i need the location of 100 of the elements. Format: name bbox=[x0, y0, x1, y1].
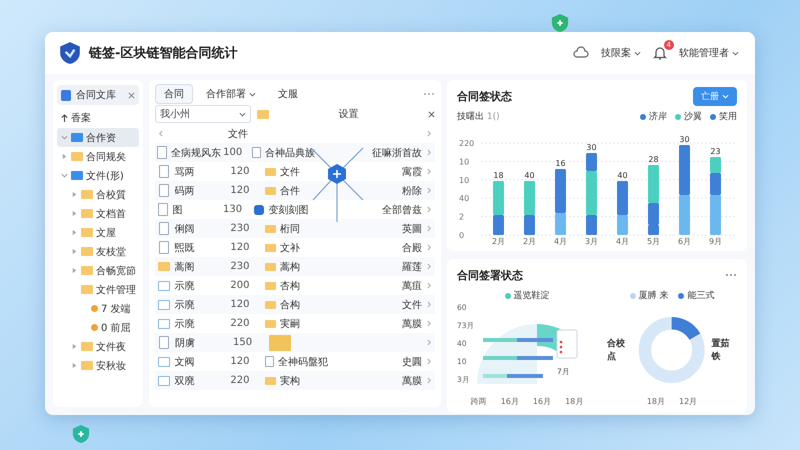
caret-icon[interactable] bbox=[61, 153, 68, 160]
file-name: 示廃 bbox=[174, 298, 196, 312]
file-type: 文件 bbox=[402, 300, 422, 310]
close-icon[interactable] bbox=[428, 110, 435, 118]
chevron-right-icon[interactable] bbox=[427, 358, 432, 365]
folder-icon bbox=[265, 168, 276, 176]
caret-icon[interactable] bbox=[71, 362, 78, 369]
chart-subtitle: 技曙出 1() bbox=[457, 110, 500, 123]
chevron-right-icon[interactable] bbox=[427, 244, 432, 251]
file-count: 120 bbox=[230, 242, 251, 253]
tree-item[interactable]: 0 前屈 bbox=[57, 318, 139, 337]
tree-item-label: 0 前屈 bbox=[101, 322, 131, 334]
user-dropdown[interactable]: 软能管理者 bbox=[675, 44, 743, 62]
document-icon bbox=[158, 222, 169, 235]
axis-tick-label: 220 bbox=[459, 139, 474, 148]
file-count: 230 bbox=[230, 261, 251, 272]
tree-item[interactable]: 合同规矣 bbox=[57, 147, 139, 166]
chevron-left-icon[interactable] bbox=[158, 130, 163, 137]
caret-icon[interactable] bbox=[61, 134, 68, 141]
document-icon bbox=[158, 184, 169, 197]
filter-dropdown[interactable]: 我小州 bbox=[155, 105, 251, 123]
tree-item[interactable]: 文件管理 bbox=[57, 280, 139, 299]
caret-icon[interactable] bbox=[71, 343, 78, 350]
tree-item[interactable]: 合畅宽節 bbox=[57, 261, 139, 280]
more-icon[interactable] bbox=[725, 273, 737, 277]
close-icon[interactable] bbox=[128, 92, 135, 98]
folder-icon bbox=[71, 133, 83, 142]
bar-value-label: 23 bbox=[710, 147, 721, 156]
tab[interactable]: 文服 bbox=[269, 84, 307, 104]
bar-value-label: 40 bbox=[524, 171, 535, 180]
tree-item[interactable]: 文件(形) bbox=[57, 166, 139, 185]
tree-item[interactable]: 友枝堂 bbox=[57, 242, 139, 261]
caret-icon[interactable] bbox=[71, 267, 78, 274]
tree-item[interactable]: 7 发端 bbox=[57, 299, 139, 318]
tree-item[interactable]: 文档首 bbox=[57, 204, 139, 223]
folder-icon bbox=[265, 376, 276, 384]
tree-item-label: 安秋妆 bbox=[96, 360, 126, 372]
chevron-right-icon[interactable] bbox=[427, 130, 432, 137]
caret-icon[interactable] bbox=[71, 191, 78, 198]
chevron-right-icon[interactable] bbox=[426, 206, 432, 213]
back-link[interactable]: 香案 bbox=[57, 110, 95, 126]
tree-item[interactable]: 文屋 bbox=[57, 223, 139, 242]
chevron-right-icon[interactable] bbox=[427, 377, 432, 384]
sidebar-tab[interactable]: 合同文库 bbox=[57, 85, 139, 105]
file-count: 150 bbox=[233, 337, 254, 348]
file-count: 130 bbox=[223, 204, 244, 215]
tree-item[interactable]: 合校質 bbox=[57, 185, 139, 204]
folder-name: 合神品典族 bbox=[264, 146, 315, 160]
folder-name: 全神码盤犯 bbox=[278, 356, 328, 368]
chevron-right-icon[interactable] bbox=[427, 301, 432, 308]
caret-icon[interactable] bbox=[71, 248, 78, 255]
chevron-right-icon[interactable] bbox=[427, 263, 432, 270]
axis-tick-label: 40 bbox=[459, 194, 470, 204]
caret-icon bbox=[732, 50, 739, 56]
more-icon[interactable] bbox=[423, 92, 435, 96]
folder-outline-icon bbox=[158, 318, 170, 328]
tree-item[interactable]: 文件夜 bbox=[57, 337, 139, 356]
chevron-right-icon[interactable] bbox=[427, 320, 432, 327]
caret-icon[interactable] bbox=[61, 172, 68, 179]
axis-tick-label: 18月 bbox=[565, 396, 584, 407]
legend-item: 笑用 bbox=[710, 110, 737, 123]
settings-label: 设置 bbox=[338, 108, 358, 121]
folder-icon bbox=[81, 361, 93, 370]
document-icon bbox=[158, 241, 169, 254]
bar-value-label: 16 bbox=[555, 159, 566, 168]
menu-dropdown[interactable]: 技限案 bbox=[597, 44, 645, 62]
tree-item[interactable]: 合作资 bbox=[57, 128, 139, 147]
tab[interactable]: 合作部署 bbox=[197, 84, 265, 104]
bell-icon[interactable] bbox=[653, 45, 667, 61]
legend-item: 遥览鞋淀 bbox=[504, 289, 550, 302]
caret-icon bbox=[722, 92, 729, 100]
card-title: 合同签状态 bbox=[457, 88, 512, 104]
axis-tick-label: 16月 bbox=[532, 396, 552, 407]
axis-tick-label: 16月 bbox=[500, 396, 519, 407]
file-count: 120 bbox=[230, 299, 251, 310]
bar-value-label: 30 bbox=[679, 135, 690, 144]
file-name: 图 bbox=[172, 204, 184, 216]
chevron-right-icon[interactable] bbox=[427, 168, 432, 175]
tree-item-label: 合同规矣 bbox=[86, 150, 126, 164]
caret-icon[interactable] bbox=[71, 229, 78, 236]
tree-item[interactable]: 安秋妆 bbox=[57, 356, 139, 375]
folder-icon bbox=[81, 266, 93, 275]
folder-icon bbox=[265, 300, 276, 308]
chevron-right-icon[interactable] bbox=[427, 149, 432, 156]
axis-tick-label: 10 bbox=[459, 157, 470, 166]
chevron-right-icon[interactable] bbox=[427, 282, 432, 289]
document-icon bbox=[556, 330, 578, 358]
document-icon bbox=[61, 90, 71, 100]
document-icon bbox=[252, 147, 261, 158]
axis-tick-label: 2月 bbox=[522, 237, 536, 245]
stacked-bar bbox=[648, 165, 659, 235]
bar-value-label: 28 bbox=[648, 155, 659, 164]
chevron-right-icon[interactable] bbox=[427, 339, 432, 346]
caret-icon[interactable] bbox=[71, 210, 78, 217]
folder-icon bbox=[71, 152, 83, 161]
tab[interactable]: 合同 bbox=[155, 84, 193, 104]
chevron-right-icon[interactable] bbox=[427, 187, 432, 194]
cloud-icon[interactable] bbox=[573, 46, 589, 60]
chevron-right-icon[interactable] bbox=[427, 225, 432, 232]
axis-tick-label: 3月 bbox=[584, 237, 598, 245]
